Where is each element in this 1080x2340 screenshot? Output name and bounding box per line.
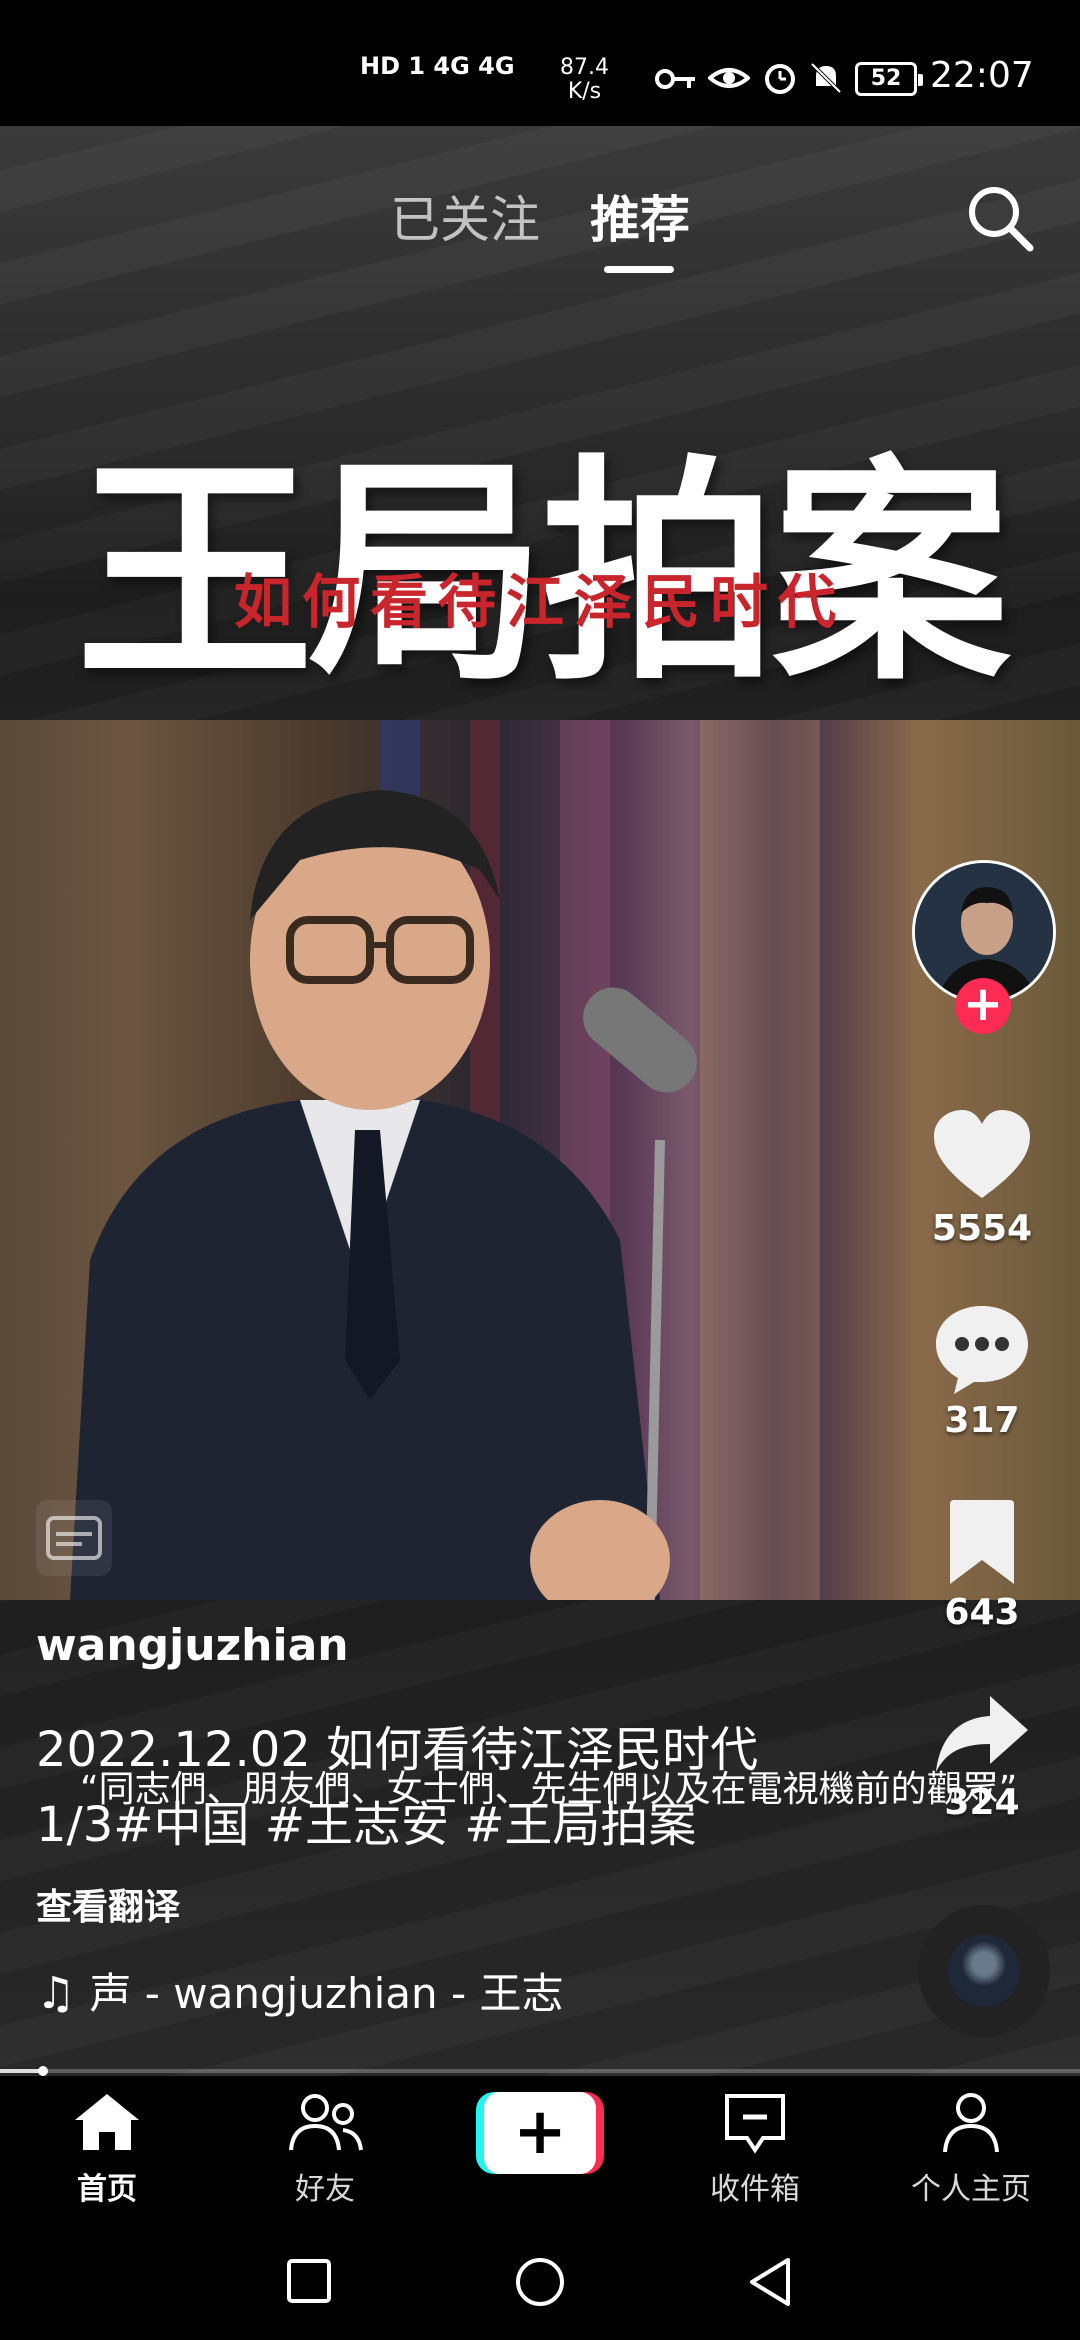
follow-button[interactable]: + (955, 978, 1011, 1034)
music-disc[interactable] (918, 1905, 1050, 2037)
video-progress-bar[interactable] (0, 2066, 1080, 2076)
translate-link[interactable]: 查看翻译 (36, 1878, 180, 1930)
alarm-icon (765, 64, 795, 94)
feed-tabs: 已关注 推荐 (0, 180, 1080, 280)
nav-home-label: 首页 (77, 2172, 137, 2207)
heart-icon (934, 1110, 1030, 1198)
system-nav-bar (0, 2222, 1080, 2340)
recents-icon[interactable] (286, 2258, 332, 2304)
profile-icon (943, 2093, 999, 2153)
favorite-count: 643 (944, 1592, 1020, 1633)
subtitle-toggle-icon[interactable] (36, 1500, 112, 1576)
nav-inbox-label: 收件箱 (710, 2172, 800, 2207)
video-frame[interactable] (0, 720, 1080, 1600)
nav-profile-label: 个人主页 (911, 2172, 1031, 2207)
tab-following[interactable]: 已关注 (390, 180, 540, 252)
key-icon (655, 69, 695, 89)
like-button[interactable]: 5554 (922, 1108, 1042, 1249)
creator-username[interactable]: wangjuzhian (36, 1620, 349, 1671)
friends-icon (289, 2094, 363, 2151)
mute-icon (810, 62, 842, 94)
active-tab-indicator (604, 266, 674, 273)
music-ticker[interactable]: ♫ 声 - wangjuzhian - 王志 (36, 1960, 596, 2020)
comment-count: 317 (944, 1400, 1020, 1441)
home-icon (75, 2094, 139, 2150)
comment-button[interactable]: 317 (922, 1300, 1042, 1441)
nav-friends-label: 好友 (295, 2172, 355, 2207)
nav-home[interactable]: 首页 (32, 2090, 182, 2208)
bottom-nav: 首页 好友 + 收件箱 个人主页 (0, 2076, 1080, 2222)
video-overlay-subtitle: 如何看待江泽民时代 (233, 568, 846, 636)
music-note-icon: ♫ (36, 1968, 90, 2019)
music-title: 声 - wangjuzhian - 王志 (89, 1969, 564, 2018)
bookmark-icon (950, 1500, 1014, 1584)
progress-fill (0, 2069, 44, 2073)
home-circle-icon[interactable] (514, 2256, 566, 2308)
favorite-button[interactable]: 643 (922, 1498, 1042, 1633)
music-disc-cover (948, 1935, 1020, 2007)
clock: 22:07 (930, 55, 1034, 96)
network-indicator: HD 1 4G 4G (360, 52, 515, 80)
inbox-icon (725, 2094, 785, 2154)
eye-icon (708, 68, 750, 88)
tab-recommend[interactable]: 推荐 (590, 180, 690, 252)
create-button[interactable]: + (476, 2092, 604, 2174)
network-speed: 87.4 K/s (560, 55, 609, 104)
status-bar: HD 1 4G 4G 87.4 K/s 52 22:07 (0, 0, 1080, 126)
speaker-image (70, 720, 820, 1600)
like-count: 5554 (931, 1208, 1033, 1249)
search-icon[interactable] (960, 178, 1040, 258)
comment-icon (936, 1306, 1028, 1394)
back-icon[interactable] (746, 2256, 794, 2308)
caption-hashtags[interactable]: 1/3#中国 #王志安 #王局拍案 (36, 1785, 696, 1855)
plus-icon: + (484, 2092, 596, 2174)
battery-indicator: 52 (855, 62, 923, 96)
nav-friends[interactable]: 好友 (250, 2090, 400, 2208)
nav-profile[interactable]: 个人主页 (896, 2090, 1046, 2208)
nav-inbox[interactable]: 收件箱 (680, 2090, 830, 2208)
